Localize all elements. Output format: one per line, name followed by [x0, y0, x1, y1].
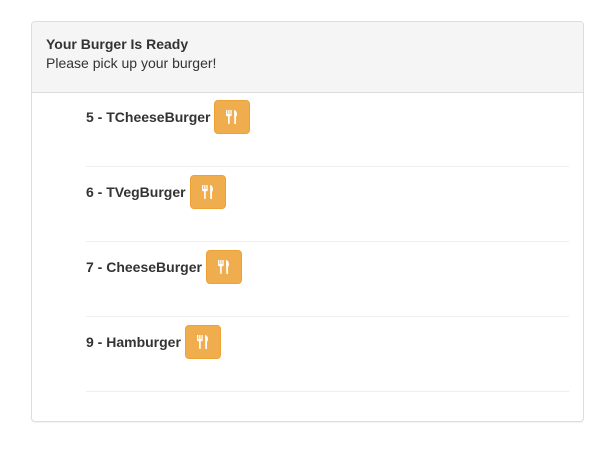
order-item: 9 - Hamburger	[86, 317, 569, 392]
order-item: 7 - CheeseBurger	[86, 242, 569, 317]
cutlery-icon	[201, 184, 215, 199]
cutlery-icon	[225, 109, 239, 124]
cutlery-icon	[217, 259, 231, 274]
panel-subtitle: Please pick up your burger!	[46, 55, 217, 71]
order-item: 6 - TVegBurger	[86, 167, 569, 242]
pickup-button[interactable]	[205, 249, 242, 284]
order-label: 6 - TVegBurger	[86, 183, 186, 200]
pickup-button[interactable]	[189, 174, 226, 209]
order-list: 5 - TCheeseBurger 6 - TVegBurger 7 - Che…	[86, 92, 569, 392]
order-label: 7 - CheeseBurger	[86, 258, 202, 275]
order-item: 5 - TCheeseBurger	[86, 92, 569, 167]
pickup-button[interactable]	[184, 324, 221, 359]
pickup-button[interactable]	[214, 99, 251, 134]
panel-heading: Your Burger Is Ready Please pick up your…	[32, 22, 583, 93]
panel-title: Your Burger Is Ready	[46, 36, 189, 52]
order-label: 5 - TCheeseBurger	[86, 108, 211, 125]
cutlery-icon	[196, 334, 210, 349]
order-label: 9 - Hamburger	[86, 333, 181, 350]
